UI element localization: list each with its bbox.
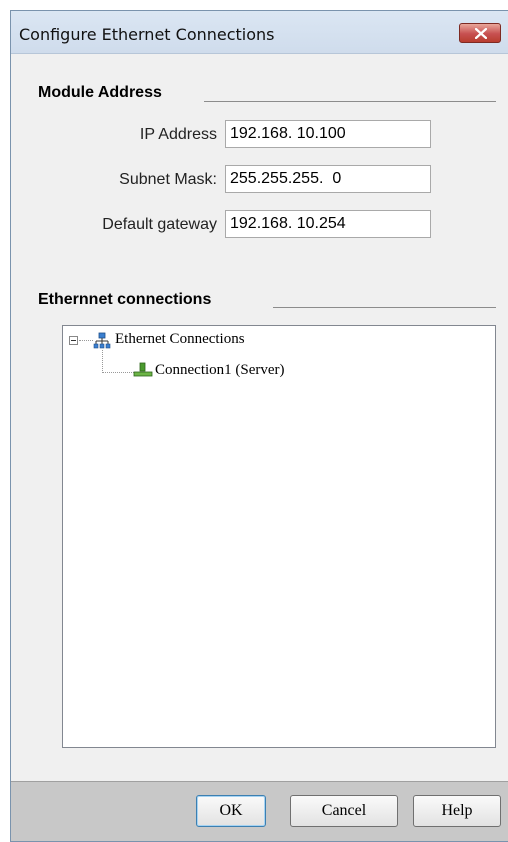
default-gateway-label: Default gateway xyxy=(102,216,217,233)
ethernet-connections-heading: Ethernnet connections xyxy=(38,291,212,308)
tree-connector xyxy=(102,350,103,373)
title-bar[interactable]: Configure Ethernet Connections xyxy=(11,11,508,54)
configure-ethernet-dialog: Configure Ethernet Connections Module Ad… xyxy=(10,10,508,842)
cancel-button[interactable]: Cancel xyxy=(290,795,398,827)
module-address-heading: Module Address xyxy=(38,84,162,101)
close-button[interactable] xyxy=(459,23,501,43)
subnet-mask-input[interactable] xyxy=(225,165,431,193)
network-icon xyxy=(93,332,111,349)
tree-item-label[interactable]: Connection1 (Server) xyxy=(155,362,285,379)
connections-tree[interactable]: Ethernet Connections Connection1 (Server… xyxy=(62,325,496,748)
help-button[interactable]: Help xyxy=(413,795,501,827)
collapse-toggle[interactable] xyxy=(69,336,78,345)
ip-address-label: IP Address xyxy=(139,126,217,143)
module-address-divider xyxy=(204,101,496,102)
ip-address-input[interactable] xyxy=(225,120,431,148)
default-gateway-input[interactable] xyxy=(225,210,431,238)
button-bar: OK Cancel Help xyxy=(11,781,508,841)
subnet-mask-label: Subnet Mask: xyxy=(119,171,217,188)
tree-root-label[interactable]: Ethernet Connections xyxy=(115,331,245,348)
close-icon xyxy=(475,28,487,39)
tree-connector xyxy=(79,340,93,341)
ok-button[interactable]: OK xyxy=(196,795,266,827)
connection-icon xyxy=(133,362,153,377)
tree-connector xyxy=(102,372,134,373)
window-title: Configure Ethernet Connections xyxy=(19,25,275,44)
ethernet-connections-divider xyxy=(273,307,496,308)
